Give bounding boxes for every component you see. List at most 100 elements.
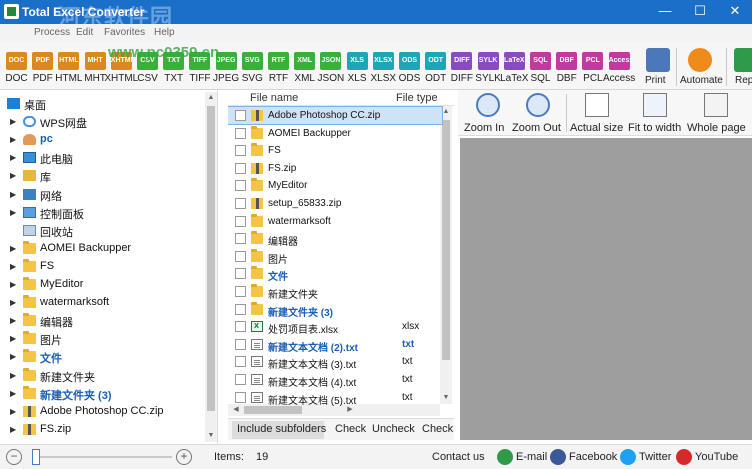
file-row[interactable]: 图片 [228, 248, 442, 266]
menu-favorites[interactable]: Favorites [104, 27, 145, 38]
fit-to-width-button[interactable]: Fit to width [628, 93, 682, 135]
expand-arrow-icon[interactable]: ▶ [10, 135, 16, 144]
tree-item[interactable]: ▶ Adobe Photoshop CC.zip [0, 403, 205, 421]
expand-arrow-icon[interactable]: ▶ [10, 425, 16, 434]
menu-process[interactable]: Process [34, 27, 70, 38]
scroll-up-arrow[interactable]: ▲ [205, 92, 217, 104]
twitter-link[interactable]: Twitter [639, 451, 671, 463]
tree-item[interactable]: ▶ 编辑器 [0, 312, 205, 330]
file-row[interactable]: 处罚项目表.xlsx xlsx [228, 318, 442, 336]
column-file-name[interactable]: File name [250, 92, 298, 104]
scroll-left-arrow[interactable]: ◀ [230, 404, 242, 416]
file-checkbox[interactable] [235, 250, 246, 262]
report-button[interactable]: Rep [732, 48, 752, 89]
include-subfolders-button[interactable]: Include subfolders [237, 423, 326, 435]
file-checkbox[interactable] [235, 391, 246, 403]
file-hscroll-thumb[interactable] [244, 406, 302, 414]
menu-help[interactable]: Help [154, 27, 175, 38]
expand-arrow-icon[interactable]: ▶ [10, 389, 16, 398]
expand-arrow-icon[interactable]: ▶ [10, 298, 16, 307]
tree-scroll-thumb[interactable] [207, 106, 215, 411]
file-checkbox[interactable] [235, 180, 246, 192]
file-checkbox[interactable] [235, 127, 246, 139]
tree-item[interactable]: ▶ 新建文件夹 [0, 367, 205, 385]
youtube-icon[interactable] [676, 449, 692, 465]
zoom-minus-icon[interactable]: − [6, 449, 22, 465]
check-button[interactable]: Check [335, 423, 366, 435]
expand-arrow-icon[interactable]: ▶ [10, 153, 16, 162]
check-all-button[interactable]: Check [422, 423, 453, 435]
preview-canvas[interactable] [460, 138, 752, 440]
file-checkbox[interactable] [235, 268, 246, 280]
tree-item[interactable]: ▶ 图片 [0, 330, 205, 348]
whole-page-button[interactable]: Whole page [687, 93, 747, 135]
file-scroll-thumb[interactable] [442, 120, 450, 360]
close-button[interactable]: ✕ [718, 0, 752, 24]
expand-arrow-icon[interactable]: ▶ [10, 334, 16, 343]
file-row[interactable]: 新建文本文档 (4).txt txt [228, 371, 442, 389]
expand-arrow-icon[interactable]: ▶ [10, 171, 16, 180]
file-checkbox[interactable] [235, 198, 246, 209]
tree-scrollbar[interactable]: ▲ ▼ [205, 92, 217, 442]
expand-arrow-icon[interactable]: ▶ [10, 190, 16, 199]
actual-size-button[interactable]: Actual size [570, 93, 624, 135]
zoom-out-button[interactable]: Zoom Out [512, 93, 564, 135]
file-row[interactable]: 新建文本文档 (3).txt txt [228, 353, 442, 371]
file-checkbox[interactable] [235, 303, 246, 315]
file-row[interactable]: 新建文件夹 [228, 283, 442, 301]
file-checkbox[interactable] [235, 338, 246, 350]
expand-arrow-icon[interactable]: ▶ [10, 371, 16, 380]
file-checkbox[interactable] [235, 110, 246, 121]
youtube-link[interactable]: YouTube [695, 451, 738, 463]
file-row[interactable]: 新建文件夹 (3) [228, 301, 442, 319]
file-checkbox[interactable] [235, 162, 246, 174]
file-checkbox[interactable] [235, 374, 246, 385]
zoom-in-button[interactable]: Zoom In [464, 93, 510, 135]
file-checkbox[interactable] [235, 356, 246, 368]
tree-item[interactable]: ▶ FS.zip [0, 421, 205, 439]
file-row[interactable]: Adobe Photoshop CC.zip [228, 106, 443, 125]
zoom-slider-thumb[interactable] [32, 449, 40, 465]
tree-item[interactable]: ▶ FS [0, 258, 205, 276]
file-checkbox[interactable] [235, 286, 246, 297]
expand-arrow-icon[interactable]: ▶ [10, 208, 16, 217]
automate-button[interactable]: Automate [680, 48, 723, 89]
facebook-link[interactable]: Facebook [569, 451, 617, 463]
tree-item[interactable]: ▶ 网络 [0, 186, 205, 204]
zoom-slider-track[interactable] [32, 456, 172, 458]
file-row[interactable]: 文件 [228, 265, 442, 283]
file-checkbox[interactable] [235, 233, 246, 245]
tree-item[interactable]: ▶ 此电脑 [0, 149, 205, 167]
tree-item[interactable]: ▶ 控制面板 [0, 204, 205, 222]
file-row[interactable]: setup_65833.zip [228, 195, 442, 212]
tree-item[interactable]: 回收站 [0, 222, 205, 240]
tree-item[interactable]: ▶ pc [0, 131, 205, 149]
file-checkbox[interactable] [235, 145, 246, 157]
file-checkbox[interactable] [235, 321, 246, 333]
tree-item[interactable]: ▶ watermarksoft [0, 294, 205, 312]
tree-item[interactable]: ▶ 库 [0, 167, 205, 185]
expand-arrow-icon[interactable]: ▶ [10, 407, 16, 416]
print-button[interactable]: Print [645, 48, 671, 89]
file-row[interactable]: FS [228, 142, 442, 159]
twitter-icon[interactable] [620, 449, 636, 465]
tree-item[interactable]: ▶ WPS网盘 [0, 113, 205, 131]
file-row[interactable]: 新建文本文档 (2).txt txt [228, 336, 442, 354]
tree-item[interactable]: 桌面 [0, 95, 205, 113]
zoom-plus-icon[interactable]: + [176, 449, 192, 465]
file-row[interactable]: watermarksoft [228, 213, 442, 230]
email-link[interactable]: E-mail [516, 451, 547, 463]
facebook-icon[interactable] [550, 449, 566, 465]
uncheck-button[interactable]: Uncheck [372, 423, 415, 435]
tree-item[interactable]: ▶ MyEditor [0, 276, 205, 294]
file-row[interactable]: MyEditor [228, 177, 442, 194]
file-row[interactable]: AOMEI Backupper [228, 125, 442, 142]
expand-arrow-icon[interactable]: ▶ [10, 316, 16, 325]
tree-item[interactable]: ▶ AOMEI Backupper [0, 240, 205, 258]
maximize-button[interactable]: ☐ [683, 0, 717, 24]
scroll-down-arrow[interactable]: ▼ [205, 430, 217, 442]
tree-item[interactable]: ▶ 文件 [0, 348, 205, 366]
menu-edit[interactable]: Edit [76, 27, 93, 38]
file-checkbox[interactable] [235, 215, 246, 227]
format-button-access[interactable]: Access Access [603, 52, 635, 89]
